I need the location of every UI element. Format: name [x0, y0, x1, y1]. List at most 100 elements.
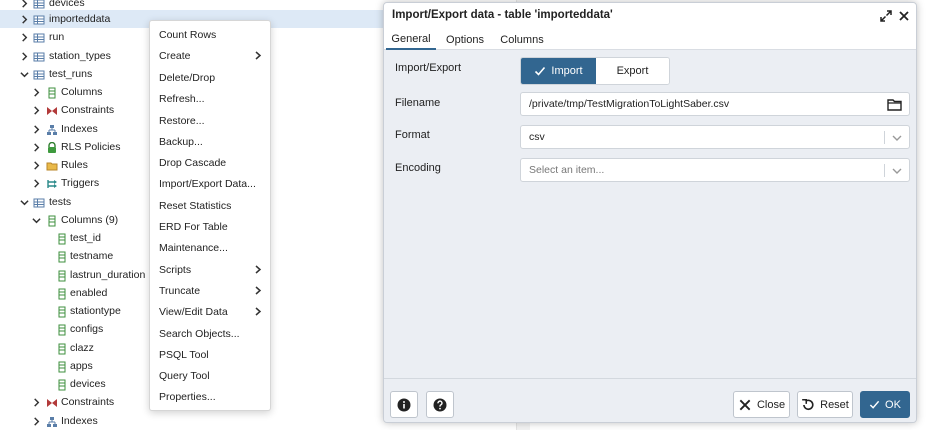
menu-item-query-tool[interactable]: Query Tool [150, 365, 270, 386]
chevron-right-icon[interactable] [19, 0, 29, 8]
format-select[interactable]: csv [520, 125, 910, 149]
menu-item-psql-tool[interactable]: PSQL Tool [150, 344, 270, 365]
import-label: Import [551, 65, 583, 77]
constraints-icon [45, 396, 58, 409]
menu-item-properties[interactable]: Properties... [150, 386, 270, 407]
chevron-right-icon[interactable] [31, 124, 41, 134]
tree-item-label: run [49, 31, 65, 43]
chevron-right-icon[interactable] [31, 160, 41, 170]
chevron-down-icon[interactable] [892, 166, 902, 176]
import-export-dialog: Import/Export data - table 'importeddata… [383, 2, 917, 423]
check-icon [535, 66, 546, 76]
menu-item-backup[interactable]: Backup... [150, 131, 270, 152]
submenu-arrow-icon [254, 265, 262, 274]
menu-item-label: Reset Statistics [159, 199, 232, 212]
menu-item-label: Scripts [159, 263, 192, 276]
menu-item-maintenance[interactable]: Maintenance... [150, 237, 270, 258]
menu-item-count-rows[interactable]: Count Rows [150, 24, 270, 45]
rules-icon [45, 159, 58, 172]
menu-item-truncate[interactable]: Truncate [150, 280, 270, 301]
menu-item-label: Delete/Drop [159, 71, 216, 84]
menu-item-label: Search Objects... [159, 327, 240, 340]
menu-item-label: View/Edit Data [159, 305, 228, 318]
menu-item-restore[interactable]: Restore... [150, 110, 270, 131]
tree-item-label: Columns [61, 86, 103, 98]
table-icon [32, 0, 45, 10]
tree-item-label: clazz [70, 342, 94, 354]
maximize-icon[interactable] [880, 10, 892, 22]
chevron-right-icon[interactable] [19, 32, 29, 42]
reset-icon [802, 398, 814, 410]
dialog-footer: Close Reset OK [384, 378, 916, 422]
format-label: Format [395, 129, 430, 141]
export-toggle-button[interactable]: Export [596, 58, 669, 84]
chevron-right-icon[interactable] [31, 416, 41, 426]
menu-item-view-edit-data[interactable]: View/Edit Data [150, 301, 270, 322]
close-button-label: Close [756, 398, 786, 411]
chevron-right-icon[interactable] [31, 105, 41, 115]
chevron-down-icon[interactable] [31, 215, 41, 225]
filename-input[interactable]: /private/tmp/TestMigrationToLightSaber.c… [520, 92, 910, 116]
tree-item-label: station_types [49, 50, 111, 62]
chevron-down-icon[interactable] [19, 69, 29, 79]
menu-item-erd-for-table[interactable]: ERD For Table [150, 216, 270, 237]
check-icon [869, 400, 880, 409]
chevron-right-icon[interactable] [31, 142, 41, 152]
info-button[interactable] [390, 391, 418, 418]
menu-item-create[interactable]: Create [150, 45, 270, 66]
menu-item-delete-drop[interactable]: Delete/Drop [150, 67, 270, 88]
tab-columns[interactable]: Columns [496, 29, 548, 50]
reset-button[interactable]: Reset [797, 391, 853, 418]
tab-general[interactable]: General [386, 29, 436, 50]
tree-item-label: tests [49, 196, 72, 208]
menu-item-drop-cascade[interactable]: Drop Cascade [150, 152, 270, 173]
tree-item-label: Triggers [61, 177, 100, 189]
tree-item-label: configs [70, 323, 104, 335]
submenu-arrow-icon [254, 307, 262, 316]
table-icon [32, 50, 45, 63]
menu-item-search-objects[interactable]: Search Objects... [150, 323, 270, 344]
menu-item-label: PSQL Tool [159, 348, 209, 361]
close-button[interactable]: Close [733, 391, 790, 418]
menu-item-label: ERD For Table [159, 220, 228, 233]
tree-item-label: RLS Policies [61, 141, 121, 153]
encoding-select[interactable]: Select an item... [520, 158, 910, 182]
menu-item-scripts[interactable]: Scripts [150, 259, 270, 280]
menu-item-import-export-data[interactable]: Import/Export Data... [150, 173, 270, 194]
tree-item-label: enabled [70, 287, 108, 299]
menu-item-label: Count Rows [159, 28, 217, 41]
chevron-down-icon[interactable] [19, 197, 29, 207]
tree-item-label: Rules [61, 159, 88, 171]
import-export-toggle: Import Export [520, 57, 670, 85]
tree-item-label: lastrun_duration [70, 269, 146, 281]
close-icon [739, 399, 751, 410]
menu-item-refresh[interactable]: Refresh... [150, 88, 270, 109]
menu-item-label: Refresh... [159, 92, 205, 105]
tree-item-label: devices [49, 0, 85, 9]
filename-value: /private/tmp/TestMigrationToLightSaber.c… [529, 98, 730, 110]
chevron-right-icon[interactable] [31, 178, 41, 188]
chevron-down-icon[interactable] [892, 133, 902, 143]
info-icon [397, 398, 411, 411]
tree-item-label: devices [70, 378, 106, 390]
chevron-right-icon[interactable] [31, 397, 41, 407]
chevron-right-icon[interactable] [19, 51, 29, 61]
tree-item-label: testname [70, 250, 114, 262]
import-export-label: Import/Export [395, 62, 462, 74]
dialog-titlebar[interactable]: Import/Export data - table 'importeddata… [384, 3, 916, 29]
menu-item-reset-statistics[interactable]: Reset Statistics [150, 195, 270, 216]
close-icon[interactable] [898, 10, 910, 22]
ok-button[interactable]: OK [860, 391, 910, 418]
chevron-right-icon[interactable] [19, 14, 29, 24]
tree-item-label: Constraints [61, 396, 115, 408]
chevron-right-icon[interactable] [31, 87, 41, 97]
table-icon [32, 196, 45, 209]
select-separator [884, 164, 885, 177]
columns-icon [45, 86, 58, 99]
tab-options[interactable]: Options [440, 29, 490, 50]
import-toggle-button[interactable]: Import [521, 58, 596, 84]
help-button[interactable] [426, 391, 454, 418]
tree-item-label: Indexes [61, 415, 98, 427]
triggers-icon [45, 177, 58, 190]
folder-icon[interactable] [887, 98, 902, 111]
